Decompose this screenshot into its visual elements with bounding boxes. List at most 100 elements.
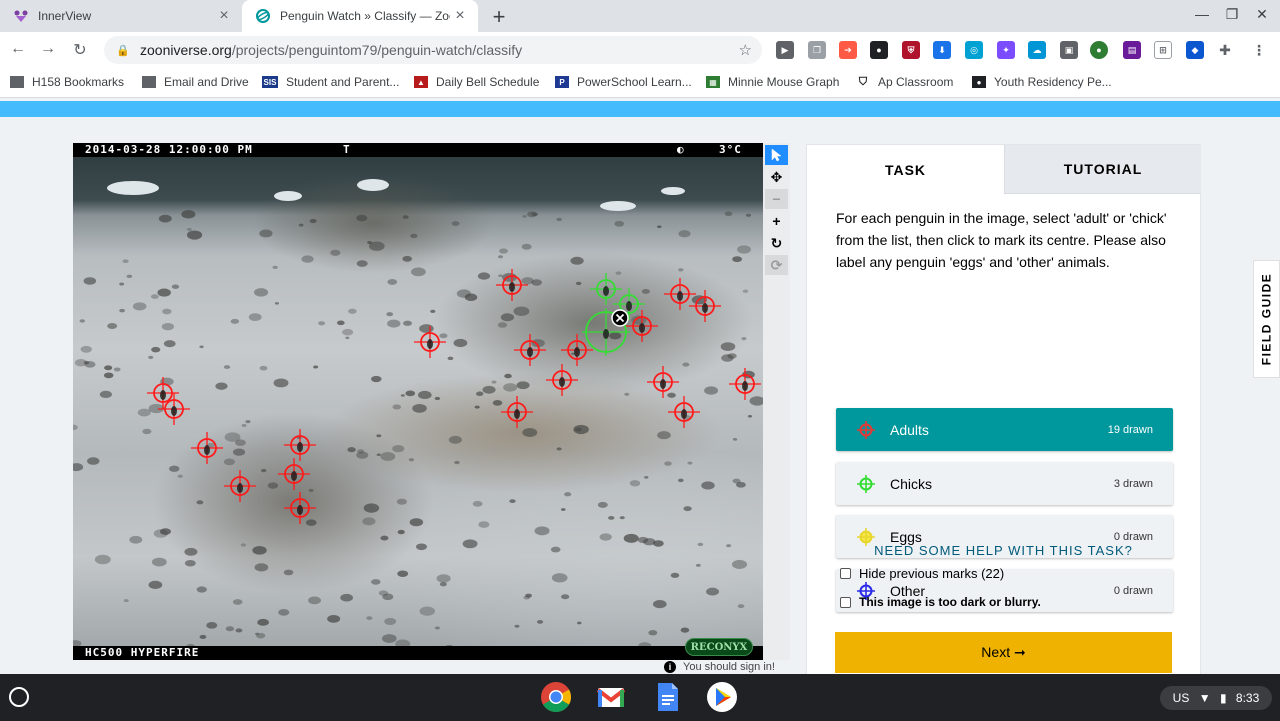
adult-mark[interactable]	[514, 334, 546, 366]
bookmark-link[interactable]: ▲ Daily Bell Schedule	[414, 75, 539, 89]
tab-task[interactable]: TASK	[807, 145, 1004, 194]
subject-image[interactable]: 2014-03-28 12:00:00 PM T ◐ 3°C HC500 HYP…	[73, 143, 763, 660]
rock	[171, 284, 180, 289]
marks-layer[interactable]	[73, 143, 763, 660]
field-guide-button[interactable]: FIELD GUIDE	[1253, 260, 1280, 378]
extension-blue-square-icon[interactable]: ◆	[1186, 41, 1204, 59]
forward-icon[interactable]: →	[38, 40, 58, 58]
checkbox-box[interactable]	[840, 596, 851, 608]
bookmark-link[interactable]: P PowerSchool Learn...	[555, 75, 692, 89]
rock	[345, 336, 350, 340]
choice-chicks[interactable]: Chicks 3 drawn	[836, 462, 1173, 505]
extension-arrow-icon[interactable]: ➔	[839, 41, 857, 59]
adult-mark[interactable]	[664, 278, 696, 310]
rock	[347, 447, 356, 453]
minimize-icon[interactable]: —	[1192, 6, 1212, 22]
extension-pdf-icon[interactable]: ▤	[1123, 41, 1141, 59]
menu-kebab-icon[interactable]: ⋮	[1250, 41, 1268, 59]
tab-innerview[interactable]: InnerView ×	[0, 0, 242, 32]
browser-toolbar: ← → ↻ 🔒 zooniverse.org/projects/penguint…	[0, 32, 1280, 68]
adult-mark[interactable]	[647, 366, 679, 398]
play-store-icon[interactable]	[706, 681, 738, 713]
bookmark-label: Minnie Mouse Graph	[728, 75, 840, 89]
extension-grid-icon[interactable]: ⊞	[1154, 41, 1172, 59]
rotate-icon[interactable]: ↻	[765, 233, 788, 253]
adult-mark[interactable]	[496, 269, 528, 301]
extension-copy-icon[interactable]: ❐	[808, 41, 826, 59]
gmail-icon[interactable]	[595, 681, 627, 713]
close-tab-icon[interactable]: ×	[450, 7, 470, 25]
rock	[451, 221, 460, 226]
extensions-puzzle-icon[interactable]: ✚	[1216, 41, 1234, 59]
extension-download-icon[interactable]: ⬇	[933, 41, 951, 59]
reload-icon[interactable]: ↻	[70, 40, 90, 60]
extension-shield-icon[interactable]: ⛨	[902, 41, 920, 59]
chrome-icon[interactable]	[540, 681, 572, 713]
zoom-in-icon[interactable]: +	[765, 211, 788, 231]
os-shelf: US ▼ ▮ 8:33	[0, 674, 1280, 721]
adult-mark[interactable]	[414, 326, 446, 358]
adult-mark[interactable]	[729, 368, 761, 400]
bookmark-link[interactable]: ● Youth Residency Pe...	[972, 75, 1112, 89]
launcher-icon[interactable]	[9, 687, 29, 707]
reset-icon[interactable]: ⟳	[765, 255, 788, 275]
move-tool-icon[interactable]: ✥	[765, 167, 788, 187]
choice-adults[interactable]: Adults 19 drawn	[836, 408, 1173, 451]
sign-in-notice[interactable]: i You should sign in!	[664, 661, 775, 673]
hide-marks-checkbox[interactable]: Hide previous marks (22)	[840, 566, 1004, 581]
adult-mark[interactable]	[278, 458, 310, 490]
adult-mark[interactable]	[626, 310, 658, 342]
back-icon[interactable]: ←	[8, 40, 28, 58]
tab-penguin-watch[interactable]: Penguin Watch » Classify — Zoon ×	[242, 0, 478, 32]
adult-mark[interactable]	[668, 396, 700, 428]
rock	[396, 498, 408, 505]
adult-mark[interactable]	[284, 429, 316, 461]
adult-mark[interactable]	[561, 334, 593, 366]
rock	[454, 460, 460, 465]
next-button[interactable]: Next ➞	[835, 632, 1172, 673]
rock	[609, 332, 622, 340]
extension-lp-icon[interactable]: ●	[1090, 41, 1108, 59]
bookmark-star-icon[interactable]: ☆	[739, 41, 752, 59]
too-dark-checkbox[interactable]: This image is too dark or blurry.	[840, 595, 1041, 609]
google-docs-icon[interactable]	[651, 681, 683, 713]
adult-mark[interactable]	[501, 396, 533, 428]
extension-cloud-icon[interactable]: ☁	[1028, 41, 1046, 59]
rock	[619, 516, 625, 520]
delete-mark-icon[interactable]	[611, 309, 629, 327]
bookmark-link[interactable]: ⛉ Ap Classroom	[856, 75, 953, 89]
adult-mark[interactable]	[224, 470, 256, 502]
extension-puzzle-purple-icon[interactable]: ✦	[997, 41, 1015, 59]
restore-icon[interactable]: ❐	[1222, 6, 1242, 23]
rock	[223, 365, 231, 369]
rock	[736, 481, 746, 488]
bookmark-link[interactable]: SIS Student and Parent...	[262, 75, 399, 89]
close-window-icon[interactable]: ✕	[1252, 6, 1272, 23]
zoom-out-icon[interactable]: −	[765, 189, 788, 209]
extension-screencast-icon[interactable]: ▶	[776, 41, 794, 59]
chick-mark[interactable]	[590, 273, 622, 305]
adult-mark[interactable]	[284, 492, 316, 524]
rock	[747, 414, 753, 418]
address-bar[interactable]: 🔒 zooniverse.org/projects/penguintom79/p…	[104, 36, 762, 64]
tab-tutorial[interactable]: TUTORIAL	[1004, 145, 1201, 194]
adult-mark[interactable]	[546, 364, 578, 396]
bookmark-link[interactable]: ▦ Minnie Mouse Graph	[706, 75, 839, 89]
chick-marks[interactable]	[582, 273, 645, 356]
checkbox-box[interactable]	[840, 568, 851, 579]
extension-incognito-icon[interactable]: ●	[870, 41, 888, 59]
adult-mark[interactable]	[689, 290, 721, 322]
rock	[741, 337, 747, 341]
help-link[interactable]: NEED SOME HELP WITH THIS TASK?	[835, 543, 1172, 558]
new-tab-icon[interactable]: +	[487, 4, 511, 30]
pointer-tool-icon[interactable]	[765, 145, 788, 165]
adult-mark[interactable]	[191, 432, 223, 464]
close-tab-icon[interactable]: ×	[214, 7, 234, 25]
bookmark-folder[interactable]: H158 Bookmarks	[10, 75, 124, 89]
status-tray[interactable]: US ▼ ▮ 8:33	[1160, 686, 1272, 710]
extension-r-icon[interactable]: ▣	[1060, 41, 1078, 59]
choice-label: Chicks	[890, 475, 933, 492]
extension-globe-icon[interactable]: ◎	[965, 41, 983, 59]
rock	[614, 220, 625, 227]
bookmark-folder[interactable]: Email and Drive	[142, 75, 249, 89]
